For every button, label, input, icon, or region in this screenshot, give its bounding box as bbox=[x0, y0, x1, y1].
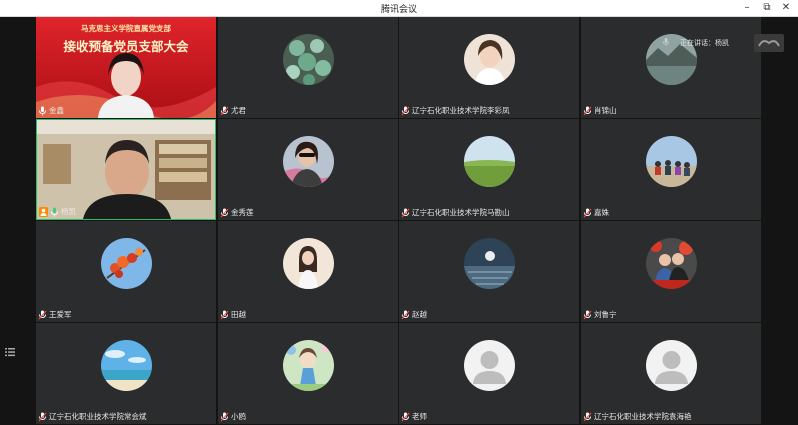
participant-tile[interactable]: 金秀莲 bbox=[218, 119, 398, 220]
mic-muted-icon bbox=[220, 106, 229, 115]
active-speaker-label: 正在讲话： bbox=[680, 39, 715, 47]
participant-tile[interactable]: 肖锦山 bbox=[581, 17, 761, 118]
participant-name: 嘉姝 bbox=[594, 208, 609, 217]
participant-namebar: 金鑫 bbox=[38, 105, 64, 116]
participant-tile-active[interactable]: 杨凯 bbox=[36, 119, 216, 220]
participant-namebar: 金秀莲 bbox=[220, 207, 254, 218]
participant-namebar: 辽宁石化职业技术学院袁海艳 bbox=[583, 411, 692, 422]
mic-muted-icon bbox=[401, 106, 410, 115]
succulent-avatar bbox=[283, 34, 334, 85]
title-bar: 腾讯会议 – ⧉ ✕ bbox=[0, 0, 798, 17]
moonlit-sea-avatar bbox=[464, 238, 515, 289]
participant-namebar: 辽宁石化职业技术学院常会斌 bbox=[38, 411, 147, 422]
participant-namebar: 小鸥 bbox=[220, 411, 246, 422]
grassland-avatar bbox=[464, 136, 515, 187]
red-leaves-avatar bbox=[101, 238, 152, 289]
mic-active-icon bbox=[51, 207, 58, 216]
mic-muted-icon bbox=[220, 310, 229, 319]
participant-namebar: 杨凯 bbox=[39, 206, 76, 217]
participant-namebar: 辽宁石化职业技术学院马勘山 bbox=[401, 207, 510, 218]
mic-muted-icon bbox=[583, 106, 592, 115]
banner-title: 接收预备党员支部大会 bbox=[63, 39, 189, 54]
room-video bbox=[37, 120, 215, 219]
mic-icon bbox=[39, 106, 46, 115]
participant-namebar: 赵越 bbox=[401, 309, 427, 320]
host-icon bbox=[39, 206, 48, 217]
participant-name: 辽宁石化职业技术学院李彩凤 bbox=[412, 106, 510, 115]
mic-muted-icon bbox=[401, 412, 410, 421]
participant-name: 尤君 bbox=[231, 106, 246, 115]
window-title: 腾讯会议 bbox=[380, 5, 417, 15]
participant-tile[interactable]: 老师 bbox=[399, 323, 579, 424]
participant-tile[interactable]: 小鸥 bbox=[218, 323, 398, 424]
participant-tile[interactable]: 田越 bbox=[218, 221, 398, 322]
ocean-sky-avatar bbox=[101, 340, 152, 391]
banner-subtitle: 马克思主义学院直属党支部 bbox=[81, 24, 171, 33]
active-speaker-indicator: 正在讲话：杨凯 bbox=[680, 38, 729, 48]
meeting-logo-icon bbox=[754, 34, 784, 52]
video-grid: 马克思主义学院直属党支部 接收预备党员支部大会 金鑫 尤君 辽宁石化职业技术学院… bbox=[36, 17, 761, 425]
participant-namebar: 田越 bbox=[220, 309, 246, 320]
default-user-icon bbox=[464, 340, 515, 391]
mic-muted-icon bbox=[583, 412, 592, 421]
participant-name: 小鸥 bbox=[231, 412, 246, 421]
couple-avatar bbox=[646, 238, 697, 289]
participant-name: 老师 bbox=[412, 412, 427, 421]
mic-muted-icon bbox=[401, 310, 410, 319]
participant-name: 辽宁石化职业技术学院马勘山 bbox=[412, 208, 510, 217]
close-icon[interactable]: ✕ bbox=[777, 1, 795, 15]
mic-muted-icon bbox=[583, 208, 592, 217]
participant-name: 辽宁石化职业技术学院袁海艳 bbox=[594, 412, 692, 421]
mic-muted-icon bbox=[583, 310, 592, 319]
participant-name: 金秀莲 bbox=[231, 208, 254, 217]
mic-muted-icon bbox=[38, 310, 47, 319]
participant-namebar: 刘鲁宁 bbox=[583, 309, 617, 320]
participant-name: 肖锦山 bbox=[594, 106, 617, 115]
member-list-toggle-icon[interactable] bbox=[4, 346, 16, 358]
participant-namebar: 肖锦山 bbox=[583, 105, 617, 116]
participant-namebar: 嘉姝 bbox=[583, 207, 609, 218]
girl-illustration-avatar bbox=[283, 238, 334, 289]
participant-tile[interactable]: 王爱军 bbox=[36, 221, 216, 322]
participant-name: 王爱军 bbox=[49, 310, 72, 319]
mic-muted-icon bbox=[220, 412, 229, 421]
participant-tile[interactable]: 赵越 bbox=[399, 221, 579, 322]
participant-tile[interactable]: 刘鲁宁 bbox=[581, 221, 761, 322]
participant-tile[interactable]: 辽宁石化职业技术学院李彩凤 bbox=[399, 17, 579, 118]
participant-namebar: 辽宁石化职业技术学院李彩凤 bbox=[401, 105, 510, 116]
participant-name: 赵越 bbox=[412, 310, 427, 319]
participant-tile[interactable]: 尤君 bbox=[218, 17, 398, 118]
cartoon-character-avatar bbox=[283, 340, 334, 391]
participant-tile[interactable]: 马克思主义学院直属党支部 接收预备党员支部大会 金鑫 bbox=[36, 17, 216, 118]
active-speaker-name: 杨凯 bbox=[715, 39, 729, 47]
participant-tile[interactable]: 辽宁石化职业技术学院马勘山 bbox=[399, 119, 579, 220]
mic-muted-icon bbox=[38, 412, 47, 421]
woman-sunglasses-avatar bbox=[283, 136, 334, 187]
restore-icon[interactable]: ⧉ bbox=[758, 1, 776, 15]
participant-name: 刘鲁宁 bbox=[594, 310, 617, 319]
default-user-icon bbox=[646, 340, 697, 391]
woman-portrait-avatar bbox=[464, 34, 515, 85]
beach-group-avatar bbox=[646, 136, 697, 187]
speaking-mic-icon bbox=[662, 38, 670, 46]
minimize-icon[interactable]: – bbox=[738, 1, 756, 15]
participant-name: 金鑫 bbox=[49, 106, 64, 115]
participant-name: 辽宁石化职业技术学院常会斌 bbox=[49, 412, 147, 421]
participant-namebar: 老师 bbox=[401, 411, 427, 422]
participant-tile[interactable]: 嘉姝 bbox=[581, 119, 761, 220]
participant-name: 杨凯 bbox=[61, 207, 76, 216]
participant-tile[interactable]: 辽宁石化职业技术学院袁海艳 bbox=[581, 323, 761, 424]
mic-muted-icon bbox=[401, 208, 410, 217]
participant-tile[interactable]: 辽宁石化职业技术学院常会斌 bbox=[36, 323, 216, 424]
participant-namebar: 尤君 bbox=[220, 105, 246, 116]
participant-namebar: 王爱军 bbox=[38, 309, 72, 320]
mic-muted-icon bbox=[220, 208, 229, 217]
participant-name: 田越 bbox=[231, 310, 246, 319]
